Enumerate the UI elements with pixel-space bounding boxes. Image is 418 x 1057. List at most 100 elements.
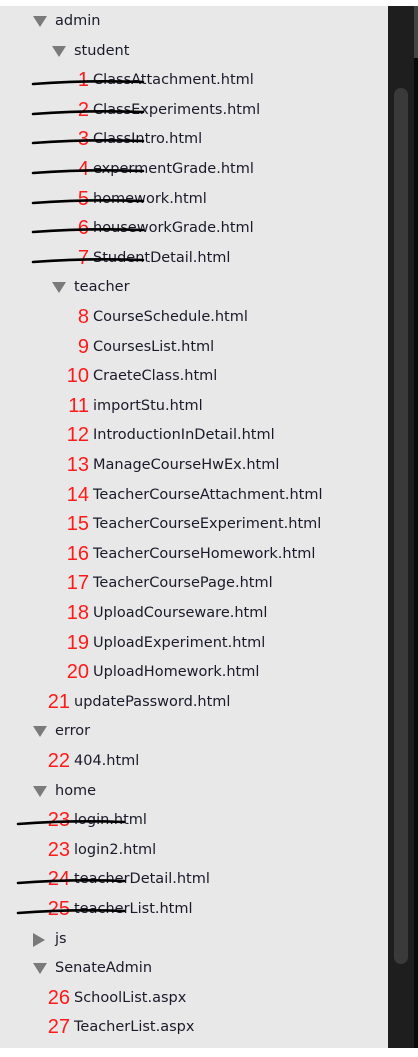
tree-folder[interactable]: teacher [0, 274, 388, 304]
file-name: teacherList.html [74, 901, 193, 917]
annotation-number: 13 [66, 454, 89, 476]
expanded-arrow-icon[interactable] [33, 785, 47, 797]
tree-file[interactable]: 14 TeacherCourseAttachment.html [0, 482, 388, 512]
tree-file[interactable]: 3 ClassIntro.html [0, 126, 388, 156]
annotation-number: 27 [47, 1016, 70, 1039]
file-name: UploadExperiment.html [93, 634, 266, 651]
file-name: ClassExperiments.html [93, 101, 261, 118]
file-name: TeacherCourseHomework.html [93, 545, 316, 562]
tree-file[interactable]: 6 houseworkGrade.html [0, 215, 388, 245]
tree-file[interactable]: 27 TeacherList.aspx [0, 1014, 388, 1044]
file-name: login2.html [74, 841, 157, 858]
tree-file[interactable]: 7 StudentDetail.html [0, 245, 388, 275]
file-name: TeacherList.aspx [74, 1019, 195, 1036]
file-name: ClassAttachment.html [93, 72, 254, 89]
annotation-number: 26 [47, 986, 70, 1009]
file-name: teacherDetail.html [74, 871, 210, 888]
annotation-number: 15 [66, 513, 89, 536]
annotation-number: 22 [47, 750, 70, 772]
file-name: StudentDetail.html [93, 249, 231, 266]
file-name: UploadHomework.html [93, 664, 260, 681]
tree-file[interactable]: 20 UploadHomework.html [0, 659, 388, 689]
file-name: TeacherCoursePage.html [93, 575, 273, 592]
tree-file[interactable]: 1 ClassAttachment.html [0, 67, 388, 97]
tree-folder[interactable]: SenateAdmin [0, 955, 388, 985]
tree-file[interactable]: 17 TeacherCoursePage.html [0, 570, 388, 600]
file-name: homework.html [93, 190, 207, 207]
tree-file[interactable]: 21 updatePassword.html [0, 689, 388, 719]
tree-folder[interactable]: admin [0, 8, 388, 38]
annotation-number: 23 [47, 838, 70, 861]
annotation-number: 3 [77, 128, 89, 151]
annotation-number: 19 [66, 631, 89, 654]
file-name: SchoolList.aspx [74, 989, 187, 1006]
tree-file[interactable]: 13 ManageCourseHwEx.html [0, 452, 388, 482]
tree-folder[interactable]: home [0, 778, 388, 808]
tree-file[interactable]: 5 homework.html [0, 186, 388, 216]
annotation-number: 25 [47, 898, 70, 920]
scrollbar-thumb[interactable] [394, 88, 408, 964]
expanded-arrow-icon[interactable] [52, 282, 66, 294]
tree-file[interactable]: 25 teacherList.html [0, 896, 388, 926]
folder-name: error [55, 723, 91, 740]
tree-file[interactable]: 22 404.html [0, 748, 388, 778]
file-name: CraeteClass.html [93, 368, 218, 385]
tree-file[interactable]: 11 importStu.html [0, 393, 388, 423]
scrollbar-top-cap [414, 6, 418, 58]
tree-file[interactable]: 10 CraeteClass.html [0, 363, 388, 393]
annotation-number: 12 [66, 424, 89, 447]
tree-file[interactable]: 24 teacherDetail.html [0, 866, 388, 896]
folder-name: home [55, 782, 97, 799]
collapsed-arrow-icon[interactable] [33, 932, 45, 947]
annotation-number: 23 [47, 809, 70, 832]
expanded-arrow-icon[interactable] [33, 963, 47, 975]
annotation-number: 18 [66, 602, 89, 624]
file-name: CourseSchedule.html [93, 309, 248, 325]
file-name: UploadCourseware.html [93, 605, 268, 621]
tree-folder[interactable]: js [0, 926, 388, 956]
tree-file[interactable]: 4 expermentGrade.html [0, 156, 388, 186]
tree-file[interactable]: 18 UploadCourseware.html [0, 600, 388, 630]
file-name: expermentGrade.html [93, 161, 254, 177]
annotation-number: 21 [47, 690, 70, 713]
annotation-number: 5 [77, 187, 89, 210]
file-name: TeacherCourseAttachment.html [93, 486, 323, 503]
scrollbar-edge [414, 6, 418, 1048]
annotation-number: 20 [66, 661, 89, 684]
folder-name: teacher [74, 279, 130, 296]
file-name: houseworkGrade.html [93, 220, 254, 237]
file-name: TeacherCourseExperiment.html [93, 516, 322, 533]
expanded-arrow-icon[interactable] [33, 16, 47, 27]
annotation-number: 1 [77, 69, 89, 92]
tree-file[interactable]: 16 TeacherCourseHomework.html [0, 541, 388, 571]
annotation-number: 4 [77, 158, 89, 180]
tree-file[interactable]: 15 TeacherCourseExperiment.html [0, 511, 388, 541]
annotation-number: 6 [77, 217, 89, 240]
annotation-number: 7 [77, 246, 89, 269]
annotation-number: 8 [77, 306, 89, 328]
tree-file[interactable]: 8 CourseSchedule.html [0, 304, 388, 334]
tree-file[interactable]: 26 SchoolList.aspx [0, 985, 388, 1015]
tree-file[interactable]: 23 login2.html [0, 837, 388, 867]
tree-file[interactable]: 23 login.html [0, 807, 388, 837]
folder-name: SenateAdmin [55, 960, 153, 977]
annotation-number: 24 [47, 868, 70, 891]
folder-name: admin [55, 13, 101, 29]
file-name: ClassIntro.html [93, 131, 203, 148]
file-name: IntroductionInDetail.html [93, 427, 275, 444]
file-name: 404.html [74, 753, 140, 769]
tree-folder[interactable]: student [0, 38, 388, 68]
annotation-number: 14 [66, 483, 89, 506]
tree-file[interactable]: 2 ClassExperiments.html [0, 97, 388, 127]
expanded-arrow-icon[interactable] [33, 726, 47, 738]
tree-file[interactable]: 12 IntroductionInDetail.html [0, 422, 388, 452]
file-name: login.html [74, 812, 147, 829]
expanded-arrow-icon[interactable] [52, 45, 66, 57]
annotation-number: 9 [77, 335, 89, 358]
annotation-number: 11 [68, 394, 89, 417]
tree-file[interactable]: 19 UploadExperiment.html [0, 630, 388, 660]
file-name: importStu.html [93, 397, 203, 414]
folder-name: js [55, 930, 67, 947]
tree-folder[interactable]: error [0, 718, 388, 748]
tree-file[interactable]: 9 CoursesList.html [0, 334, 388, 364]
